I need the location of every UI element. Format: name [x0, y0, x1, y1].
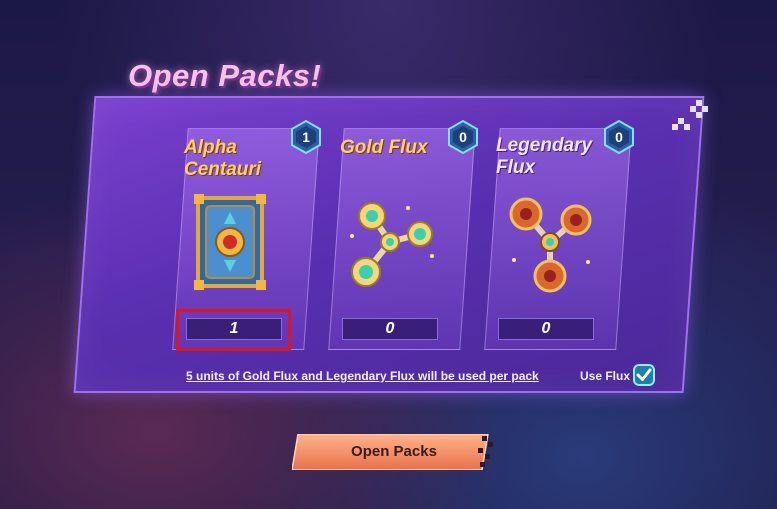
owned-count: 0 [615, 129, 623, 145]
open-packs-button[interactable]: Open Packs [292, 434, 496, 470]
page-title: Open Packs! [128, 58, 322, 93]
owned-count: 0 [459, 129, 467, 145]
pixel-decoration [672, 100, 708, 130]
alpha-centauri-pack-icon [194, 194, 266, 290]
use-flux-checkbox[interactable] [633, 364, 655, 386]
quantity-highlight [176, 309, 291, 351]
pack-name-alpha-centauri: Alpha Centauri [184, 137, 262, 180]
quantity-input-gold-flux[interactable]: 0 [342, 318, 438, 340]
pack-name-legendary-flux: Legendary Flux [496, 135, 593, 178]
flux-usage-note[interactable]: 5 units of Gold Flux and Legendary Flux … [186, 369, 539, 383]
use-flux-label: Use Flux [580, 369, 631, 383]
gold-flux-icon [350, 202, 434, 287]
legendary-flux-icon [509, 197, 592, 293]
quantity-input-legendary-flux[interactable]: 0 [498, 318, 594, 340]
pack-name-gold-flux: Gold Flux [340, 137, 428, 158]
owned-count: 1 [302, 129, 310, 145]
